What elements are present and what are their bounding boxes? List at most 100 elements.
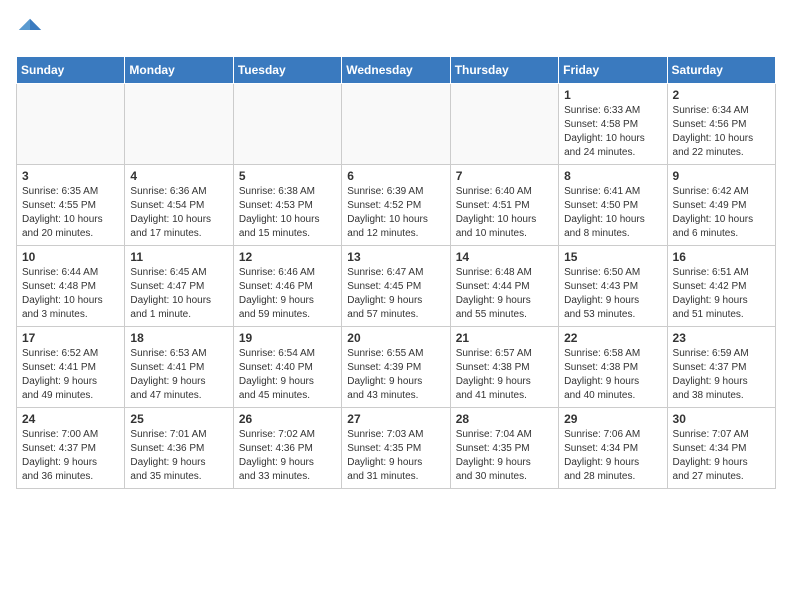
calendar-cell: 13 Sunrise: 6:47 AM Sunset: 4:45 PM Dayli…: [342, 246, 450, 327]
calendar-cell: 8 Sunrise: 6:41 AM Sunset: 4:50 PM Daylig…: [559, 165, 667, 246]
calendar-week-4: 17 Sunrise: 6:52 AM Sunset: 4:41 PM Dayli…: [17, 327, 776, 408]
day-number: 27: [347, 412, 444, 426]
calendar-cell: 5 Sunrise: 6:38 AM Sunset: 4:53 PM Daylig…: [233, 165, 341, 246]
calendar-cell: 17 Sunrise: 6:52 AM Sunset: 4:41 PM Dayli…: [17, 327, 125, 408]
day-number: 13: [347, 250, 444, 264]
calendar-cell: 9 Sunrise: 6:42 AM Sunset: 4:49 PM Daylig…: [667, 165, 775, 246]
day-number: 7: [456, 169, 553, 183]
day-info: Sunrise: 7:06 AM Sunset: 4:34 PM Dayligh…: [564, 428, 661, 484]
day-number: 20: [347, 331, 444, 345]
calendar-cell: 24 Sunrise: 7:00 AM Sunset: 4:37 PM Dayli…: [17, 408, 125, 489]
day-number: 9: [673, 169, 770, 183]
day-info: Sunrise: 6:45 AM Sunset: 4:47 PM Dayligh…: [130, 266, 227, 322]
day-number: 4: [130, 169, 227, 183]
calendar-cell: [450, 84, 558, 165]
day-info: Sunrise: 7:03 AM Sunset: 4:35 PM Dayligh…: [347, 428, 444, 484]
calendar-cell: 27 Sunrise: 7:03 AM Sunset: 4:35 PM Dayli…: [342, 408, 450, 489]
calendar-cell: 16Sunrise: 6:51 AM Sunset: 4:42 PM Dayli…: [667, 246, 775, 327]
logo: [16, 16, 48, 44]
day-number: 21: [456, 331, 553, 345]
calendar-cell: 12 Sunrise: 6:46 AM Sunset: 4:46 PM Dayli…: [233, 246, 341, 327]
calendar-cell: [233, 84, 341, 165]
day-info: Sunrise: 6:35 AM Sunset: 4:55 PM Dayligh…: [22, 185, 119, 241]
day-info: Sunrise: 6:42 AM Sunset: 4:49 PM Dayligh…: [673, 185, 770, 241]
day-info: Sunrise: 6:36 AM Sunset: 4:54 PM Dayligh…: [130, 185, 227, 241]
day-info: Sunrise: 7:07 AM Sunset: 4:34 PM Dayligh…: [673, 428, 770, 484]
day-info: Sunrise: 7:01 AM Sunset: 4:36 PM Dayligh…: [130, 428, 227, 484]
day-info: Sunrise: 6:52 AM Sunset: 4:41 PM Dayligh…: [22, 347, 119, 403]
calendar-cell: 14Sunrise: 6:48 AM Sunset: 4:44 PM Dayli…: [450, 246, 558, 327]
day-number: 8: [564, 169, 661, 183]
day-info: Sunrise: 6:44 AM Sunset: 4:48 PM Dayligh…: [22, 266, 119, 322]
day-number: 11: [130, 250, 227, 264]
day-info: Sunrise: 6:54 AM Sunset: 4:40 PM Dayligh…: [239, 347, 336, 403]
calendar-cell: [17, 84, 125, 165]
calendar-week-3: 10 Sunrise: 6:44 AM Sunset: 4:48 PM Dayli…: [17, 246, 776, 327]
calendar-cell: 11 Sunrise: 6:45 AM Sunset: 4:47 PM Dayli…: [125, 246, 233, 327]
day-number: 3: [22, 169, 119, 183]
day-number: 1: [564, 88, 661, 102]
calendar-cell: 30 Sunrise: 7:07 AM Sunset: 4:34 PM Dayli…: [667, 408, 775, 489]
day-header-monday: Monday: [125, 57, 233, 84]
calendar-week-2: 3 Sunrise: 6:35 AM Sunset: 4:55 PM Daylig…: [17, 165, 776, 246]
day-number: 28: [456, 412, 553, 426]
day-info: Sunrise: 6:38 AM Sunset: 4:53 PM Dayligh…: [239, 185, 336, 241]
day-info: Sunrise: 6:51 AM Sunset: 4:42 PM Dayligh…: [673, 266, 770, 322]
calendar-cell: 6 Sunrise: 6:39 AM Sunset: 4:52 PM Daylig…: [342, 165, 450, 246]
day-info: Sunrise: 6:34 AM Sunset: 4:56 PM Dayligh…: [673, 104, 770, 160]
calendar-cell: 26 Sunrise: 7:02 AM Sunset: 4:36 PM Dayli…: [233, 408, 341, 489]
day-header-sunday: Sunday: [17, 57, 125, 84]
calendar-week-1: 1 Sunrise: 6:33 AM Sunset: 4:58 PM Daylig…: [17, 84, 776, 165]
calendar-cell: 3 Sunrise: 6:35 AM Sunset: 4:55 PM Daylig…: [17, 165, 125, 246]
day-info: Sunrise: 6:33 AM Sunset: 4:58 PM Dayligh…: [564, 104, 661, 160]
calendar-cell: 4 Sunrise: 6:36 AM Sunset: 4:54 PM Daylig…: [125, 165, 233, 246]
day-info: Sunrise: 7:00 AM Sunset: 4:37 PM Dayligh…: [22, 428, 119, 484]
day-header-friday: Friday: [559, 57, 667, 84]
calendar-cell: 2Sunrise: 6:34 AM Sunset: 4:56 PM Daylig…: [667, 84, 775, 165]
day-info: Sunrise: 6:53 AM Sunset: 4:41 PM Dayligh…: [130, 347, 227, 403]
day-info: Sunrise: 6:46 AM Sunset: 4:46 PM Dayligh…: [239, 266, 336, 322]
calendar-table: SundayMondayTuesdayWednesdayThursdayFrid…: [16, 56, 776, 489]
calendar-cell: 15 Sunrise: 6:50 AM Sunset: 4:43 PM Dayli…: [559, 246, 667, 327]
day-header-saturday: Saturday: [667, 57, 775, 84]
day-header-thursday: Thursday: [450, 57, 558, 84]
calendar-cell: 23 Sunrise: 6:59 AM Sunset: 4:37 PM Dayli…: [667, 327, 775, 408]
day-number: 6: [347, 169, 444, 183]
header-row: SundayMondayTuesdayWednesdayThursdayFrid…: [17, 57, 776, 84]
day-number: 22: [564, 331, 661, 345]
day-info: Sunrise: 6:47 AM Sunset: 4:45 PM Dayligh…: [347, 266, 444, 322]
header: [16, 16, 776, 44]
day-number: 24: [22, 412, 119, 426]
day-header-tuesday: Tuesday: [233, 57, 341, 84]
calendar-cell: 21Sunrise: 6:57 AM Sunset: 4:38 PM Dayli…: [450, 327, 558, 408]
calendar-cell: 20 Sunrise: 6:55 AM Sunset: 4:39 PM Dayli…: [342, 327, 450, 408]
calendar-week-5: 24 Sunrise: 7:00 AM Sunset: 4:37 PM Dayli…: [17, 408, 776, 489]
calendar-cell: 1 Sunrise: 6:33 AM Sunset: 4:58 PM Daylig…: [559, 84, 667, 165]
day-info: Sunrise: 7:02 AM Sunset: 4:36 PM Dayligh…: [239, 428, 336, 484]
day-info: Sunrise: 6:50 AM Sunset: 4:43 PM Dayligh…: [564, 266, 661, 322]
calendar-cell: 22Sunrise: 6:58 AM Sunset: 4:38 PM Dayli…: [559, 327, 667, 408]
calendar-cell: [125, 84, 233, 165]
day-number: 17: [22, 331, 119, 345]
day-number: 12: [239, 250, 336, 264]
day-number: 29: [564, 412, 661, 426]
day-info: Sunrise: 6:41 AM Sunset: 4:50 PM Dayligh…: [564, 185, 661, 241]
day-info: Sunrise: 6:40 AM Sunset: 4:51 PM Dayligh…: [456, 185, 553, 241]
day-number: 25: [130, 412, 227, 426]
day-info: Sunrise: 6:39 AM Sunset: 4:52 PM Dayligh…: [347, 185, 444, 241]
day-number: 26: [239, 412, 336, 426]
day-header-wednesday: Wednesday: [342, 57, 450, 84]
day-number: 23: [673, 331, 770, 345]
calendar-cell: 10 Sunrise: 6:44 AM Sunset: 4:48 PM Dayli…: [17, 246, 125, 327]
day-number: 15: [564, 250, 661, 264]
day-number: 30: [673, 412, 770, 426]
day-number: 5: [239, 169, 336, 183]
day-number: 10: [22, 250, 119, 264]
calendar-cell: [342, 84, 450, 165]
day-number: 14: [456, 250, 553, 264]
day-info: Sunrise: 6:59 AM Sunset: 4:37 PM Dayligh…: [673, 347, 770, 403]
day-info: Sunrise: 6:55 AM Sunset: 4:39 PM Dayligh…: [347, 347, 444, 403]
day-info: Sunrise: 7:04 AM Sunset: 4:35 PM Dayligh…: [456, 428, 553, 484]
calendar-cell: 28 Sunrise: 7:04 AM Sunset: 4:35 PM Dayli…: [450, 408, 558, 489]
calendar-cell: 7 Sunrise: 6:40 AM Sunset: 4:51 PM Daylig…: [450, 165, 558, 246]
